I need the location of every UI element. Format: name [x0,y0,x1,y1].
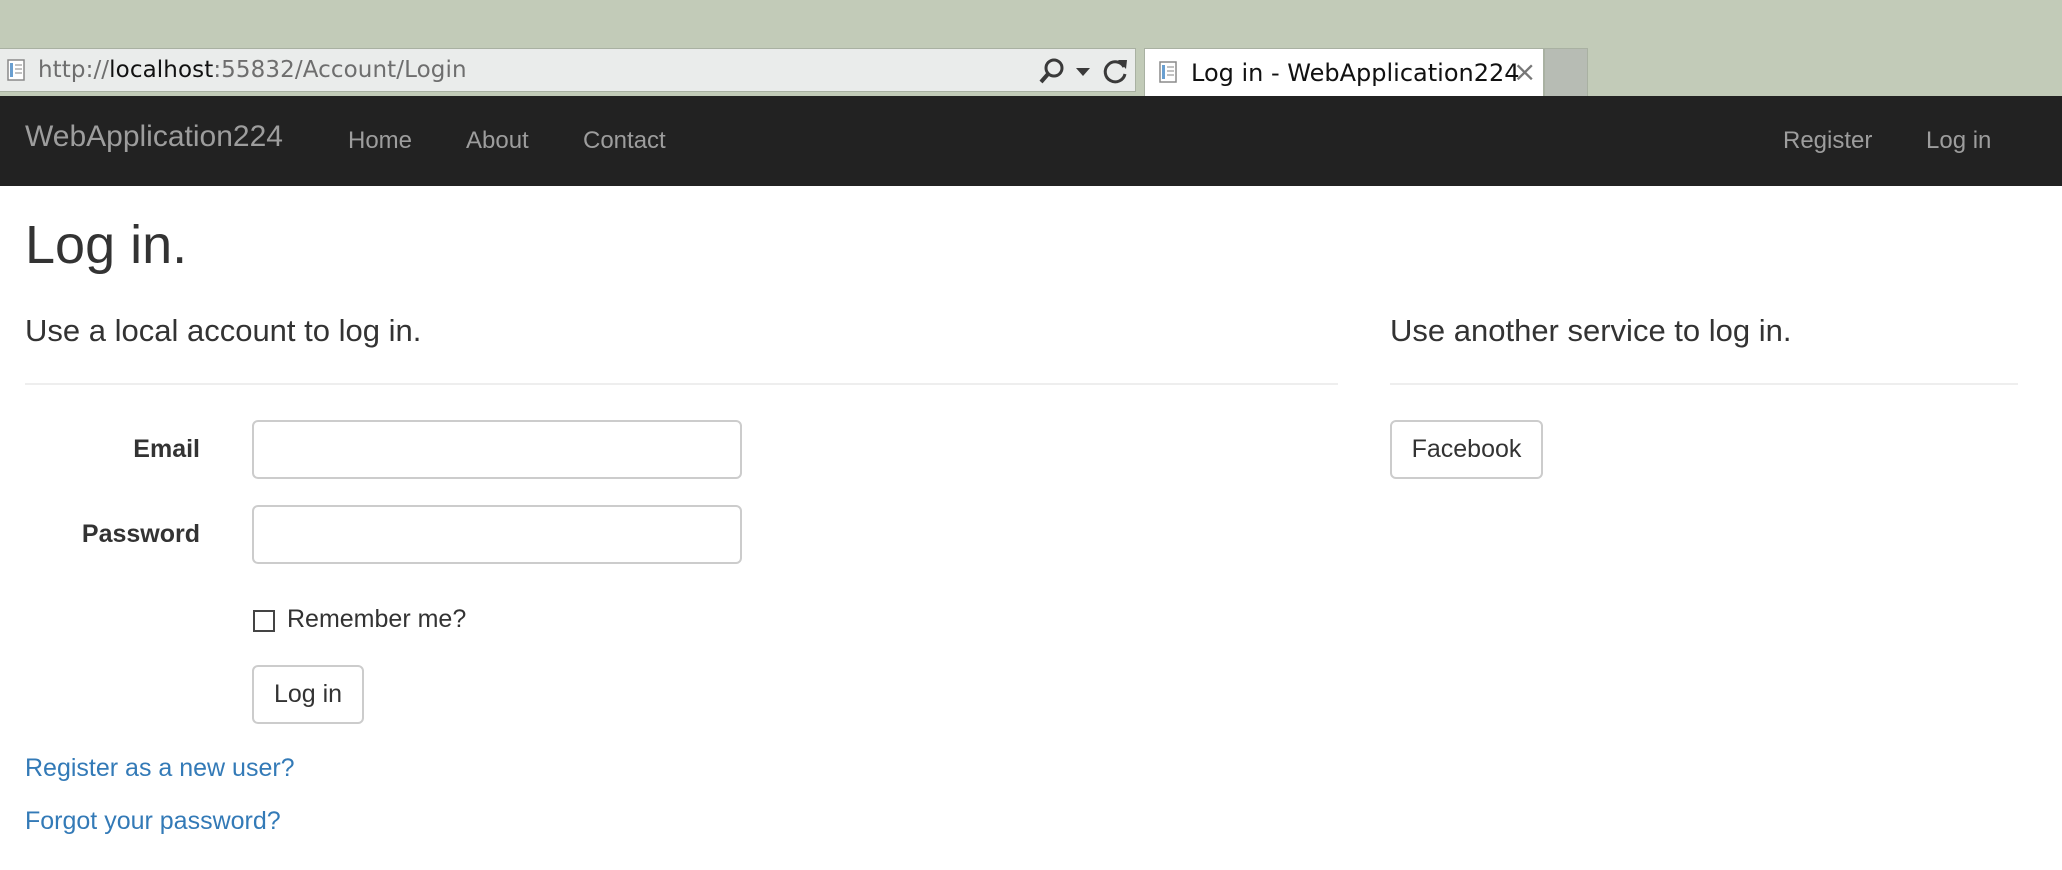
navbar-brand[interactable]: WebApplication224 [25,120,283,154]
external-divider [1390,383,2018,385]
local-account-heading: Use a local account to log in. [25,313,422,348]
remember-me-label[interactable]: Remember me? [287,605,466,634]
tab-title: Log in - WebApplication224 [1191,59,1520,87]
close-tab-icon[interactable]: × [1513,55,1536,88]
search-icon[interactable] [1038,57,1066,85]
nav-about[interactable]: About [466,127,529,155]
refresh-icon[interactable] [1102,57,1130,85]
browser-tab[interactable]: Log in - WebApplication224 × [1144,48,1544,96]
new-tab-button[interactable] [1544,48,1588,96]
remember-me-checkbox[interactable] [253,610,275,632]
local-divider [25,383,1338,385]
register-link[interactable]: Register as a new user? [25,754,295,783]
navbar: WebApplication224 Home About Contact Reg… [0,96,2062,186]
nav-contact[interactable]: Contact [583,127,666,155]
browser-chrome: http://localhost:55832/Account/Login Log… [0,0,2062,96]
password-label: Password [81,520,200,548]
page-title: Log in. [25,215,188,275]
password-field[interactable] [252,505,742,564]
address-bar[interactable]: http://localhost:55832/Account/Login [0,48,1136,92]
forgot-password-link[interactable]: Forgot your password? [25,807,281,836]
facebook-button[interactable]: Facebook [1390,420,1543,479]
login-button[interactable]: Log in [252,665,364,724]
email-label: Email [133,435,200,463]
tab-page-icon [1159,61,1177,83]
page-icon [7,59,25,81]
nav-login[interactable]: Log in [1926,127,1991,155]
email-field[interactable] [252,420,742,479]
url-text[interactable]: http://localhost:55832/Account/Login [38,57,467,83]
dropdown-arrow-icon[interactable] [1075,67,1091,77]
external-login-heading: Use another service to log in. [1390,313,1792,348]
nav-home[interactable]: Home [348,127,412,155]
nav-register[interactable]: Register [1783,127,1872,155]
